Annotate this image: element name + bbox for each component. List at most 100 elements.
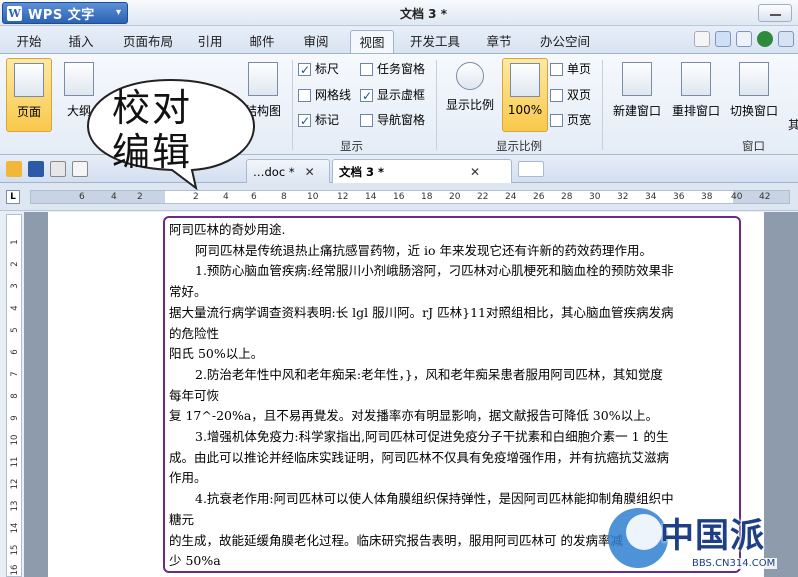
zoom-100-button[interactable]: 100% <box>502 58 548 132</box>
ruler-tick: 6 <box>79 192 85 202</box>
vruler-tick: 12 <box>10 478 20 490</box>
rearrange-window-button[interactable]: 重排窗口 <box>668 58 724 132</box>
tab-home[interactable]: 开始 <box>10 30 48 53</box>
vruler-tick: 5 <box>10 327 20 333</box>
doc-line: 的危险性 <box>169 325 220 341</box>
ruler-tick: 28 <box>561 192 573 202</box>
document-tab-label: …doc * <box>253 164 295 179</box>
double-page-button[interactable]: 双页 <box>550 86 591 104</box>
tab-bar-icons <box>694 31 794 47</box>
doc-line: 据大量流行病学调查资料表明:长 lgl 服川阿。rJ 匹林}11对照组相比，其心… <box>169 304 674 320</box>
ruler-tick: 22 <box>477 192 489 202</box>
new-tab-icon[interactable] <box>518 161 544 177</box>
page-width-button[interactable]: 页宽 <box>550 111 591 129</box>
document-tab-active[interactable]: 文档 3 * ✕ <box>332 159 512 183</box>
doc-line: 成。由此可以推论并经临床实践证明，阿司匹林不仅具有免疫增强作用，并有抗癌抗艾滋病 <box>169 449 670 465</box>
double-page-icon <box>550 88 563 102</box>
checkbox-task-pane[interactable]: 任务窗格 <box>360 60 425 78</box>
watermark-brand: 中国派 <box>660 516 765 556</box>
ruler-tick: 14 <box>365 192 377 202</box>
ruler-tick: 26 <box>533 192 545 202</box>
help-icon[interactable] <box>778 31 794 47</box>
close-icon[interactable]: ✕ <box>470 161 480 183</box>
document-tab[interactable]: …doc * ✕ <box>246 159 330 183</box>
ruler-tick: 6 <box>251 192 257 202</box>
tab-page-layout[interactable]: 页面布局 <box>118 30 178 53</box>
ruler-margin-left <box>31 191 165 203</box>
tab-references[interactable]: 引用 <box>192 30 228 53</box>
doc-line: 作用。 <box>169 470 207 486</box>
checkbox-ruler[interactable]: 标尺 <box>298 60 339 79</box>
chevron-down-icon: ▾ <box>115 7 121 18</box>
vruler-tick: 11 <box>10 456 20 468</box>
wps-menu-button[interactable]: W WPS 文字 ▾ <box>2 2 128 24</box>
callout-text: 校对 编辑 <box>112 86 252 174</box>
globe-icon[interactable] <box>757 31 773 47</box>
doc-line: 复 17^-20%a，且不易再覺发。对发播率亦有明显影响，据文献报告可降低 30… <box>169 408 659 424</box>
magnifier-icon <box>456 62 484 90</box>
vertical-ruler: 1 2 3 4 5 6 7 8 9 10 11 12 13 14 15 16 <box>6 214 22 577</box>
vruler-tick: 9 <box>10 415 20 421</box>
minimize-button[interactable] <box>758 4 792 22</box>
tab-insert[interactable]: 插入 <box>62 30 100 53</box>
checkbox-box <box>298 112 311 130</box>
checkbox-label: 标记 <box>315 113 340 127</box>
page-view-label: 页面 <box>16 105 41 119</box>
doc-line: 阿司匹林的奇妙用途. <box>169 222 286 237</box>
checkbox-box <box>360 62 373 76</box>
tab-view[interactable]: 视图 <box>350 30 394 53</box>
tab-office-space[interactable]: 办公空间 <box>534 30 596 53</box>
windows-icon[interactable] <box>715 31 731 47</box>
ruler-tick: 2 <box>137 192 143 202</box>
vruler-tick: 7 <box>10 371 20 377</box>
page-width-icon <box>550 113 563 127</box>
switch-window-button[interactable]: 切换窗口 <box>726 58 782 132</box>
open-folder-icon[interactable] <box>6 161 22 177</box>
close-icon[interactable]: ✕ <box>305 161 315 183</box>
ruler-tick: 32 <box>617 192 629 202</box>
page-view-button[interactable]: 页面 <box>6 58 52 132</box>
vruler-tick: 6 <box>10 349 20 355</box>
vruler-tick: 10 <box>10 434 20 446</box>
checkbox-show-frames[interactable]: 显示虚框 <box>360 86 425 105</box>
title-bar: W WPS 文字 ▾ 文档 3 * <box>0 0 798 26</box>
checkbox-box <box>298 88 311 102</box>
new-window-button[interactable]: 新建窗口 <box>608 58 666 132</box>
zoom-100-icon <box>510 63 540 97</box>
ruler-tick: 20 <box>449 192 461 202</box>
save-icon[interactable] <box>28 161 44 177</box>
home-icon[interactable] <box>736 31 752 47</box>
single-page-button[interactable]: 单页 <box>550 60 591 78</box>
vruler-tick: 16 <box>10 564 20 576</box>
vruler-tick: 3 <box>10 283 20 289</box>
doc-line: 阳氏 50%以上。 <box>169 346 264 362</box>
doc-line: 每年可恢 <box>169 387 220 403</box>
new-window-label: 新建窗口 <box>612 104 661 118</box>
tab-developer[interactable]: 开发工具 <box>404 30 466 53</box>
checkbox-markup[interactable]: 标记 <box>298 111 340 130</box>
more-button-truncated[interactable]: 其 <box>788 116 798 133</box>
print-icon[interactable] <box>50 161 66 177</box>
vruler-tick: 14 <box>10 522 20 534</box>
ruler-tick: 36 <box>673 192 685 202</box>
ruler-tick: 10 <box>307 192 319 202</box>
ruler-tick: 8 <box>281 192 287 202</box>
tab-review[interactable]: 审阅 <box>297 30 335 53</box>
document-tab-label: 文档 3 * <box>339 164 385 179</box>
ruler-track[interactable]: 6 4 2 2 4 6 8 10 12 14 16 18 20 22 24 26… <box>30 190 790 204</box>
group-label-window: 窗口 <box>742 139 765 153</box>
menu-tabs: 开始 插入 页面布局 引用 邮件 审阅 视图 开发工具 章节 办公空间 <box>0 27 798 53</box>
zoom-button[interactable]: 显示比例 <box>442 58 498 132</box>
tab-mailings[interactable]: 邮件 <box>244 30 280 53</box>
tab-stop-selector[interactable]: L <box>6 190 20 204</box>
ruler-tick: 12 <box>337 192 349 202</box>
checkbox-gridlines[interactable]: 网格线 <box>298 86 351 104</box>
collapse-ribbon-icon[interactable] <box>694 31 710 47</box>
tab-section[interactable]: 章节 <box>481 30 517 53</box>
single-page-icon <box>550 62 563 76</box>
callout-line: 编辑 <box>112 130 193 174</box>
ruler-tick: 38 <box>701 192 713 202</box>
vruler-tick: 4 <box>10 305 20 311</box>
doc-line: 常好。 <box>169 284 207 300</box>
checkbox-nav-pane[interactable]: 导航窗格 <box>360 111 425 129</box>
